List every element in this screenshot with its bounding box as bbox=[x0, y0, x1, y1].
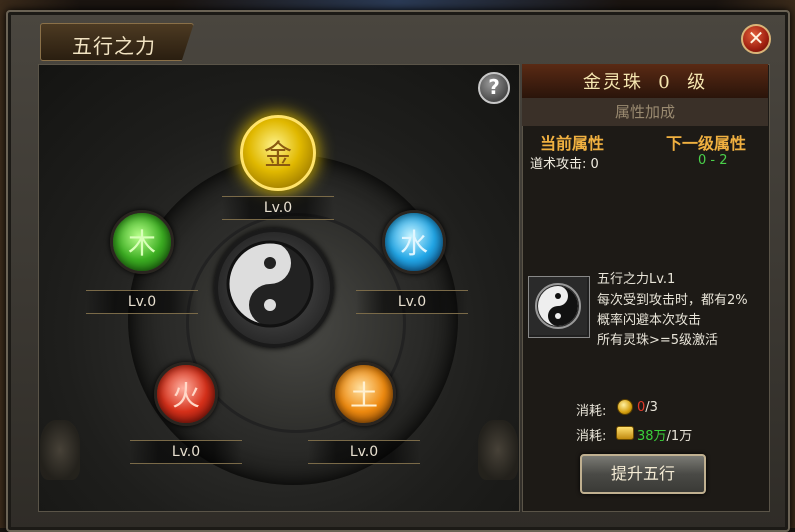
skill-desc-line-3: 所有灵珠>=5级激活 bbox=[597, 333, 719, 348]
gold-orb[interactable]: 金 bbox=[240, 115, 316, 191]
skill-icon-frame bbox=[528, 276, 590, 338]
upgrade-five-elements-button[interactable]: 提升五行 bbox=[580, 454, 706, 494]
fire-orb-level: Lv.0 bbox=[130, 440, 242, 464]
wood-orb[interactable]: 木 bbox=[110, 210, 174, 274]
skill-desc-line-2: 概率闪避本次攻击 bbox=[597, 313, 702, 328]
skill-desc-line-1: 每次受到攻击时，都有2% bbox=[597, 293, 748, 308]
cost-1-need: /3 bbox=[645, 400, 658, 415]
earth-orb-glyph: 土 bbox=[349, 379, 378, 412]
next-attr-header: 下一级属性 bbox=[666, 134, 747, 153]
cost-label-1: 消耗: bbox=[576, 404, 607, 419]
gold-ingots-icon bbox=[616, 426, 634, 440]
attribute-section-header: 属性加成 bbox=[522, 98, 768, 126]
yin-yang-icon bbox=[226, 240, 314, 328]
earth-orb[interactable]: 土 bbox=[332, 362, 396, 426]
close-button[interactable]: ✕ bbox=[741, 24, 771, 54]
yin-yang-emblem bbox=[214, 228, 334, 348]
water-orb[interactable]: 水 bbox=[382, 210, 446, 274]
orb-level-title: 金灵珠 0 级 bbox=[582, 72, 708, 93]
earth-orb-level: Lv.0 bbox=[308, 440, 420, 464]
coin-icon bbox=[617, 399, 633, 415]
next-stat-value: 0 - 2 bbox=[698, 153, 728, 168]
current-attr-header: 当前属性 bbox=[540, 134, 605, 153]
water-orb-glyph: 水 bbox=[399, 227, 428, 260]
cost-label-2: 消耗: bbox=[576, 429, 607, 444]
fire-orb-glyph: 火 bbox=[171, 379, 200, 412]
gold-orb-glyph: 金 bbox=[263, 138, 292, 171]
yin-yang-skill-icon bbox=[529, 277, 587, 335]
fire-orb[interactable]: 火 bbox=[154, 362, 218, 426]
gold-orb-level: Lv.0 bbox=[222, 196, 334, 220]
cost-2-value: 38万/1万 bbox=[637, 425, 692, 444]
dragon-ornament-right bbox=[478, 420, 518, 480]
water-orb-level: Lv.0 bbox=[356, 290, 468, 314]
wood-orb-glyph: 木 bbox=[127, 227, 156, 260]
skill-name: 五行之力Lv.1 bbox=[597, 272, 676, 287]
cost-2-need: /1万 bbox=[666, 429, 693, 444]
cost-1-value: 0/3 bbox=[637, 400, 658, 415]
current-stat-value: 道术攻击: 0 bbox=[530, 157, 599, 172]
cost-2-have: 38万 bbox=[637, 429, 667, 444]
help-button[interactable]: ? bbox=[478, 72, 510, 104]
wood-orb-level: Lv.0 bbox=[86, 290, 198, 314]
dragon-ornament-left bbox=[40, 420, 80, 480]
window-title: 五行之力 bbox=[72, 34, 156, 58]
